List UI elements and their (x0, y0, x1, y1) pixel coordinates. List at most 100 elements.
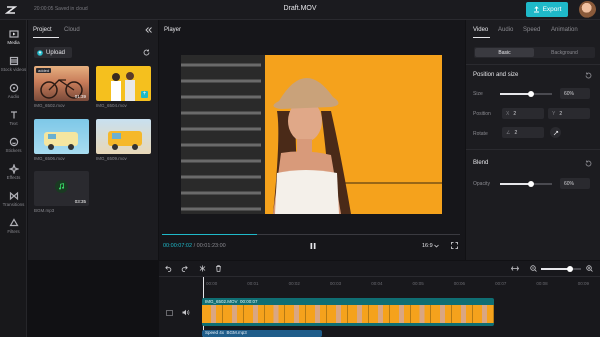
nav-item-text[interactable]: Text (0, 110, 27, 126)
tab-project[interactable]: Project (33, 27, 52, 33)
volume-icon[interactable] (182, 309, 190, 316)
rotate-reset-button[interactable] (550, 127, 561, 138)
tab-cloud[interactable]: Cloud (64, 27, 80, 33)
position-label: Position (473, 111, 491, 117)
mode-background[interactable]: Background (535, 48, 594, 57)
export-label: Export (542, 6, 562, 13)
export-button[interactable]: Export (526, 2, 568, 17)
nav-item-media[interactable]: Media (0, 29, 27, 45)
opacity-input[interactable]: 60% (560, 178, 590, 189)
media-panel: Project Cloud Upload added 01:39 IMG_650… (28, 20, 158, 260)
media-item-thumbnail[interactable] (34, 119, 89, 154)
nav-item-effects[interactable]: Effects (0, 164, 27, 180)
position-y-input[interactable]: Y2 (548, 108, 590, 119)
chevron-down-icon (433, 244, 439, 248)
audio-clip[interactable]: Speed 4x BGM.mp3 (202, 330, 322, 337)
media-icon (8, 30, 19, 38)
media-item-thumbnail[interactable]: 03:35 (34, 171, 89, 206)
position-x-input[interactable]: X2 (502, 108, 544, 119)
effects-icon (8, 164, 19, 174)
video-clip[interactable]: IMG_6502.MOV 00:00:07 (202, 298, 494, 326)
rotate-input[interactable]: ∠ 2 (502, 127, 544, 138)
divider (466, 149, 600, 150)
opacity-slider[interactable] (500, 180, 552, 187)
clip-frame (243, 305, 265, 323)
media-item-thumbnail[interactable] (96, 119, 151, 154)
rotate-label: Rotate (473, 131, 488, 137)
clip-frame (410, 305, 432, 323)
clip-frame (368, 305, 390, 323)
rotate-angle-icon: ∠ (506, 129, 511, 136)
collapse-panel-icon[interactable] (145, 27, 152, 33)
ruler-tick-label: 00:04 (371, 281, 383, 286)
opacity-slider-handle[interactable] (528, 180, 535, 187)
nav-item-filters[interactable]: Filters (0, 218, 27, 234)
clip-frame (473, 305, 494, 323)
cover-icon[interactable] (166, 310, 173, 316)
nav-label-stock-videos: Stock videos (0, 67, 27, 72)
mode-basic[interactable]: Basic (475, 48, 534, 57)
nav-label-audio: Audio (7, 94, 20, 99)
music-note-icon (55, 180, 68, 193)
media-duration: 01:39 (74, 94, 86, 99)
refresh-icon[interactable] (143, 49, 150, 56)
nav-label-stickers: Stickers (5, 148, 22, 153)
clip-frame (327, 305, 349, 323)
media-item-name: IMG_6504.mov (96, 103, 127, 108)
ruler-tick-label: 00:01 (247, 281, 259, 286)
aspect-ratio-select[interactable]: 16:9 (422, 243, 439, 249)
left-nav: Media Stock videos Audio Text Stickers E… (0, 20, 27, 337)
size-input[interactable]: 60% (560, 88, 590, 99)
avatar[interactable] (579, 1, 596, 18)
fullscreen-icon[interactable] (451, 242, 458, 249)
upload-label: Upload (46, 49, 66, 56)
timeline-zoom-slider[interactable] (541, 265, 581, 272)
split-icon[interactable] (199, 265, 206, 272)
clip-frame (222, 305, 244, 323)
clip-frames (202, 305, 494, 323)
zoom-slider-handle[interactable] (566, 265, 573, 272)
total-time: 00:01:23:00 (196, 243, 226, 249)
redo-icon[interactable] (181, 265, 188, 272)
clip-frame (431, 305, 453, 323)
size-slider-handle[interactable] (528, 90, 535, 97)
media-item-name: BGM.mp3 (34, 208, 55, 213)
mode-toggle: Basic Background (474, 47, 595, 58)
add-to-timeline-icon[interactable]: + (141, 91, 148, 98)
media-duration: 03:35 (74, 199, 86, 204)
video-clip-name: IMG_6502.MOV (205, 299, 238, 304)
nav-item-audio[interactable]: Audio (0, 83, 27, 99)
upload-icon (37, 49, 43, 56)
undo-icon[interactable] (165, 265, 172, 272)
rotate-icon (553, 130, 558, 135)
size-slider[interactable] (500, 90, 552, 97)
position-reset-icon[interactable] (585, 72, 592, 79)
zoom-out-icon[interactable] (530, 265, 537, 272)
tab-speed[interactable]: Speed (523, 27, 540, 33)
timecode: 00:00:07:02 / 00:01:23:00 (163, 243, 226, 249)
snap-icon[interactable] (511, 265, 519, 272)
playback-progress-track[interactable] (162, 234, 460, 235)
zoom-in-icon[interactable] (586, 265, 593, 272)
audio-icon (9, 83, 18, 93)
upload-button[interactable]: Upload (34, 47, 72, 58)
video-preview[interactable] (181, 55, 442, 214)
delete-icon[interactable] (215, 265, 222, 272)
nav-item-transitions[interactable]: Transitions (0, 191, 27, 207)
tab-animation[interactable]: Animation (551, 27, 578, 33)
position-y-value: 2 (559, 110, 563, 117)
nav-item-stickers[interactable]: Stickers (0, 137, 27, 153)
current-time: 00:00:07:02 (163, 243, 193, 249)
tab-audio[interactable]: Audio (498, 27, 513, 33)
media-item-thumbnail[interactable]: added 01:39 (34, 66, 89, 101)
tab-video[interactable]: Video (473, 27, 488, 33)
project-title[interactable]: Draft.MOV (0, 5, 600, 12)
clip-frame (285, 305, 307, 323)
playback-progress-fill (162, 234, 257, 235)
pause-icon[interactable] (309, 242, 317, 250)
nav-item-stock-videos[interactable]: Stock videos (0, 56, 27, 72)
x-axis-label: X (506, 110, 510, 117)
media-item-thumbnail[interactable]: + (96, 66, 151, 101)
nav-label-media: Media (7, 40, 20, 45)
blend-reset-icon[interactable] (585, 160, 592, 167)
